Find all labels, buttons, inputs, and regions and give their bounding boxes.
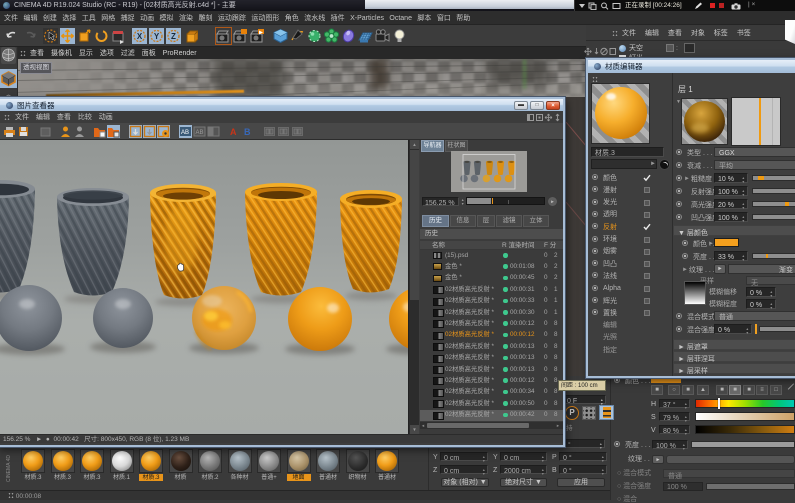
svg-text:Y: Y [154,32,160,41]
svg-text:Z: Z [171,32,176,41]
svg-text:A: A [230,127,237,137]
svg-text:AB: AB [181,130,189,136]
svg-text:X: X [137,32,143,41]
svg-text:AB: AB [195,130,203,136]
svg-text:B: B [244,127,251,137]
